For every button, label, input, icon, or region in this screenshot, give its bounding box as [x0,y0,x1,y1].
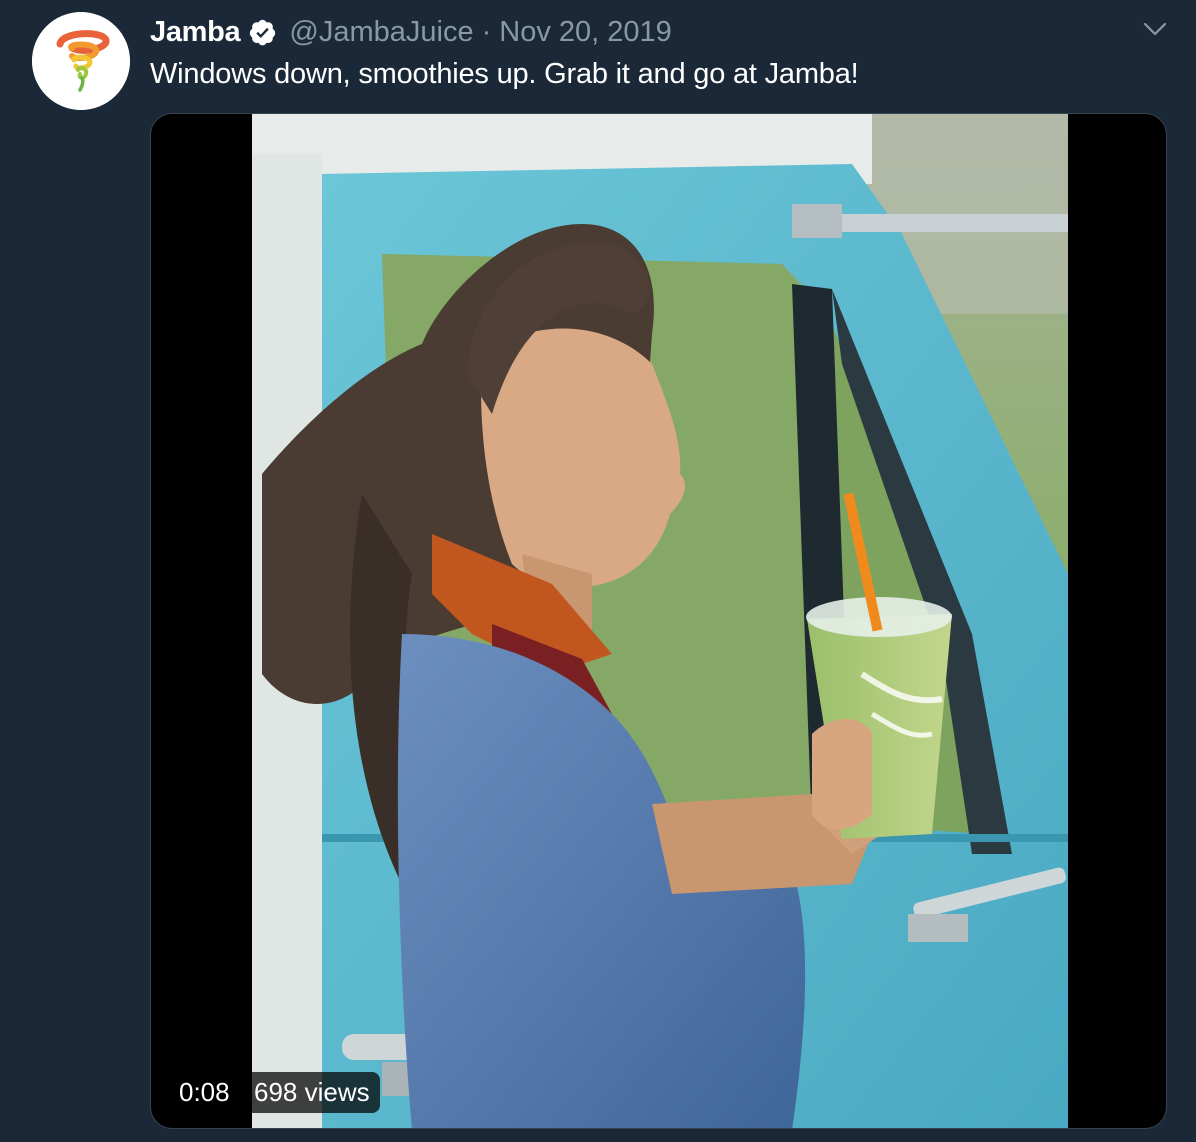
avatar[interactable] [32,12,130,110]
tweet-text: Windows down, smoothies up. Grab it and … [150,58,859,90]
chevron-down-icon[interactable] [1140,14,1170,44]
verified-badge-icon [250,19,276,45]
video-player[interactable]: 0:08 698 views [150,113,1167,1129]
jamba-swirl-logo-icon [32,12,130,110]
video-frame-illustration [252,114,1068,1128]
video-thumbnail[interactable] [252,114,1068,1128]
display-name[interactable]: Jamba [150,16,241,49]
video-views-badge: 698 views [244,1072,380,1113]
video-duration-badge: 0:08 [169,1072,240,1113]
tweet-date[interactable]: Nov 20, 2019 [499,16,672,49]
separator-dot: · [481,15,492,48]
tweet-card[interactable]: Jamba @JambaJuice · Nov 20, 2019 Windows… [0,0,1196,1142]
author-handle[interactable]: @JambaJuice [289,16,473,49]
tweet-header: Jamba @JambaJuice · Nov 20, 2019 [150,14,672,50]
